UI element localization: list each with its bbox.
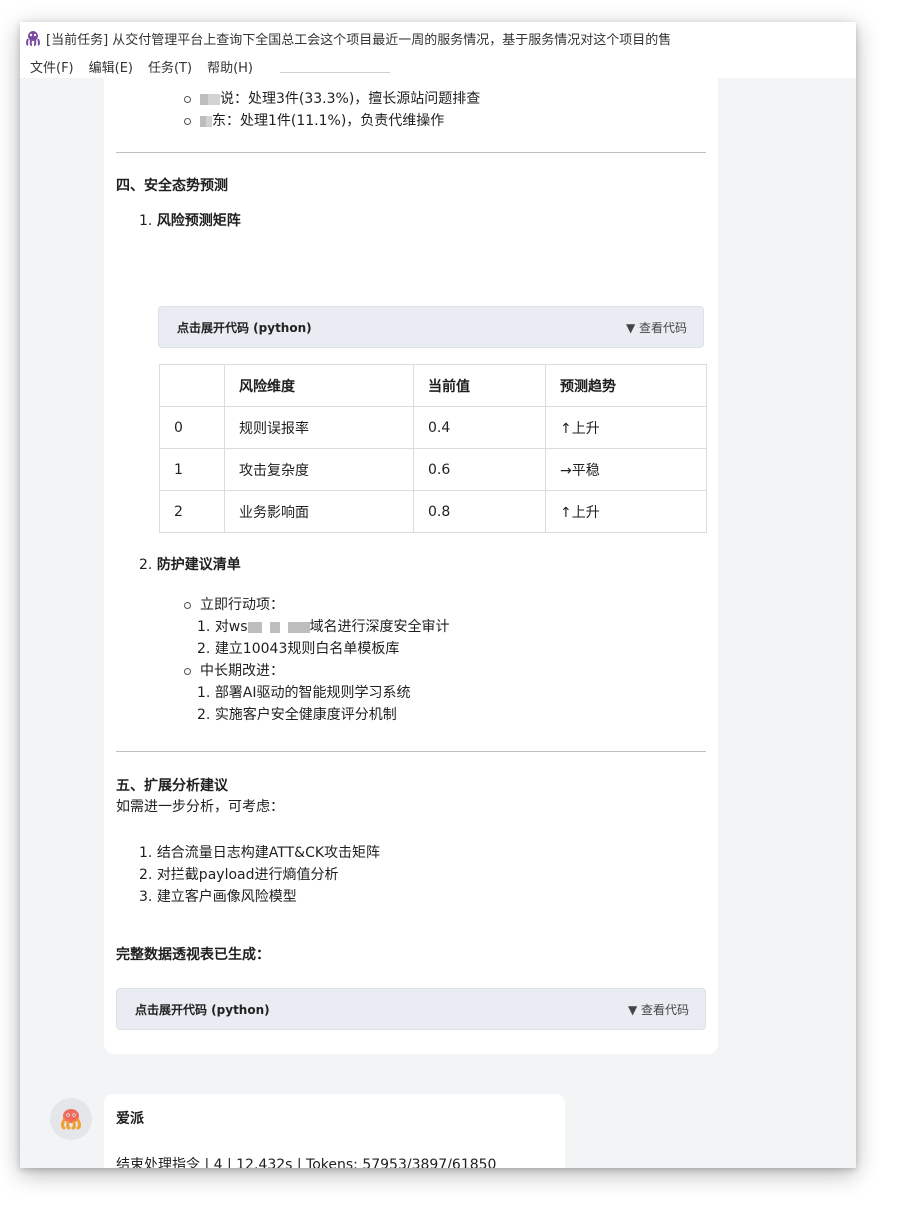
- table-cell: ↑上升: [545, 406, 707, 449]
- cut-off-line: [180, 70, 600, 84]
- table-cell: ↑上升: [545, 490, 707, 533]
- menu-file[interactable]: 文件(F): [30, 57, 74, 76]
- list-item: 1. 对ws 域名进行深度安全审计: [197, 619, 450, 635]
- table-cell: 0.6: [413, 448, 546, 491]
- list-item: 东：处理1件(11.1%)，负责代维操作: [180, 110, 480, 132]
- window-title: [当前任务] 从交付管理平台上查询下全国总工会这个项目最近一周的服务情况，基于服…: [46, 32, 672, 48]
- chat-area[interactable]: 说：处理3件(33.3%)，擅长源站问题排查 东：处理1件(11.1%)，负责代…: [20, 72, 856, 1168]
- table-cell: 2: [159, 490, 225, 533]
- view-code-button[interactable]: ▼ 查看代码: [626, 319, 687, 336]
- assistant-avatar: [50, 1098, 92, 1140]
- table-row: 1 攻击复杂度 0.6 →平稳: [159, 448, 707, 491]
- app-window: [当前任务] 从交付管理平台上查询下全国总工会这个项目最近一周的服务情况，基于服…: [20, 22, 856, 1168]
- table-cell: 1: [159, 448, 225, 491]
- code-toggle[interactable]: 点击展开代码 (python) ▼ 查看代码: [116, 988, 706, 1030]
- subsection-title: 1. 风险预测矩阵: [139, 213, 241, 229]
- divider: [116, 152, 706, 153]
- table-header: [159, 364, 225, 407]
- redacted-text: [208, 93, 220, 105]
- suggestion-list: 1. 结合流量日志构建ATT&CK攻击矩阵 2. 对拦截payload进行熵值分…: [139, 842, 380, 908]
- section-title: 四、安全态势预测: [116, 178, 228, 194]
- table-row: 0 规则误报率 0.4 ↑上升: [159, 406, 707, 449]
- longterm-list: 1. 部署AI驱动的智能规则学习系统 2. 实施客户安全健康度评分机制: [197, 682, 411, 726]
- table-cell: →平稳: [545, 448, 707, 491]
- list-item: 2. 建立10043规则白名单模板库: [197, 641, 400, 657]
- list-item: 2. 实施客户安全健康度评分机制: [197, 707, 397, 723]
- octopus-avatar-icon: [61, 1109, 81, 1130]
- title-bar: [当前任务] 从交付管理平台上查询下全国总工会这个项目最近一周的服务情况，基于服…: [20, 22, 856, 54]
- immediate-actions-list: 1. 对ws 域名进行深度安全审计 2. 建立10043规则白名单模板库: [197, 616, 450, 660]
- list-item: 3. 建立客户画像风险模型: [139, 889, 297, 905]
- table-header-row: 风险维度 当前值 预测趋势: [159, 364, 707, 407]
- redacted-text: [287, 621, 310, 633]
- table-cell: 攻击复杂度: [224, 448, 414, 491]
- status-line: 结束处理指令 | 4 | 12.432s | Tokens: 57953/389…: [116, 1157, 497, 1168]
- assistant-status-card: 爱派 结束处理指令 | 4 | 12.432s | Tokens: 57953/…: [104, 1094, 565, 1168]
- list-item: 2. 对拦截payload进行熵值分析: [139, 867, 339, 883]
- table-header: 风险维度: [224, 364, 414, 407]
- table-cell: 规则误报率: [224, 406, 414, 449]
- risk-table: 风险维度 当前值 预测趋势 0 规则误报率 0.4 ↑上升 1 攻击复杂度 0.…: [159, 364, 707, 533]
- divider: [116, 751, 706, 752]
- list-item: 1. 部署AI驱动的智能规则学习系统: [197, 685, 411, 701]
- redacted-text: [247, 621, 262, 633]
- list-item: 说：处理3件(33.3%)，擅长源站问题排查: [180, 88, 480, 110]
- pivot-title: 完整数据透视表已生成：: [116, 947, 270, 963]
- code-toggle-label: 点击展开代码 (python): [177, 320, 312, 335]
- menu-edit[interactable]: 编辑(E): [89, 57, 133, 76]
- list-item: 1. 结合流量日志构建ATT&CK攻击矩阵: [139, 845, 381, 861]
- section-title: 五、扩展分析建议: [116, 778, 228, 794]
- subsection-title: 2. 防护建议清单: [139, 557, 241, 573]
- assistant-message-card: 说：处理3件(33.3%)，擅长源站问题排查 东：处理1件(11.1%)，负责代…: [104, 72, 718, 1054]
- table-header: 预测趋势: [545, 364, 707, 407]
- table-cell: 0.8: [413, 490, 546, 533]
- table-header: 当前值: [413, 364, 546, 407]
- list-item: 中长期改进：: [180, 660, 284, 682]
- recommendation-list: 中长期改进：: [180, 660, 284, 682]
- staff-list: 说：处理3件(33.3%)，擅长源站问题排查 东：处理1件(11.1%)，负责代…: [180, 88, 480, 132]
- code-toggle[interactable]: 点击展开代码 (python) ▼ 查看代码: [158, 306, 704, 348]
- redacted-text: [269, 621, 280, 633]
- code-toggle-label: 点击展开代码 (python): [135, 1002, 270, 1017]
- table-cell: 业务影响面: [224, 490, 414, 533]
- redacted-text: [200, 93, 208, 105]
- recommendation-list: 立即行动项：: [180, 594, 284, 616]
- octopus-app-icon: [26, 31, 40, 46]
- table-row: 2 业务影响面 0.8 ↑上升: [159, 490, 707, 533]
- list-item: 立即行动项：: [180, 594, 284, 616]
- assistant-name: 爱派: [116, 1111, 144, 1127]
- view-code-button[interactable]: ▼ 查看代码: [628, 1001, 689, 1018]
- section-intro: 如需进一步分析，可考虑：: [116, 799, 284, 815]
- table-cell: 0.4: [413, 406, 546, 449]
- table-cell: 0: [159, 406, 225, 449]
